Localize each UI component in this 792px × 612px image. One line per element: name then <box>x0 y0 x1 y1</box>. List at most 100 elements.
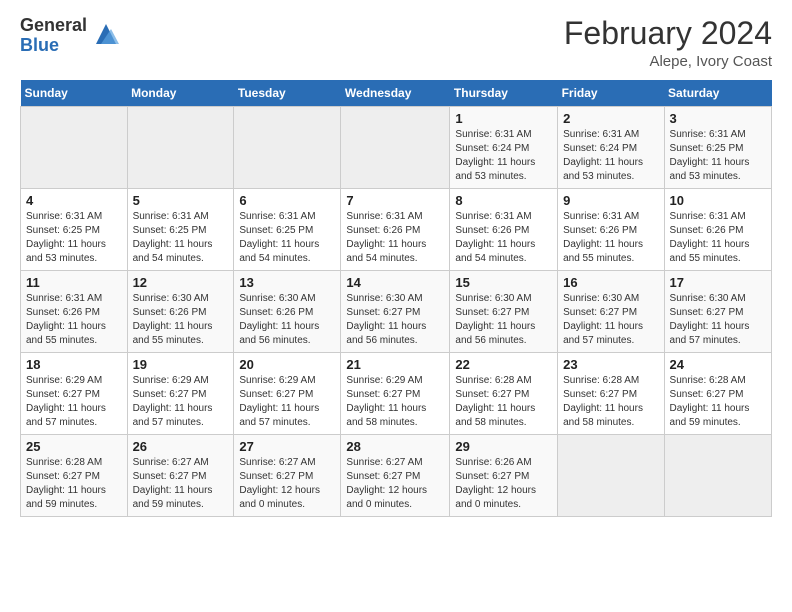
calendar-cell: 18 Sunrise: 6:29 AM Sunset: 6:27 PM Dayli… <box>21 353 128 435</box>
calendar-cell: 22Sunrise: 6:28 AM Sunset: 6:27 PM Dayli… <box>450 353 558 435</box>
day-info: Sunrise: 6:29 AM Sunset: 6:27 PM Dayligh… <box>133 374 229 430</box>
day-info: Sunrise: 6:31 AM Sunset: 6:25 PM Dayligh… <box>670 128 766 184</box>
calendar-cell: 13 Sunrise: 6:30 AM Sunset: 6:26 PM Dayli… <box>234 271 341 353</box>
calendar-cell: 8 Sunrise: 6:31 AM Sunset: 6:26 PM Daylig… <box>450 189 558 271</box>
day-info: Sunrise: 6:30 AM Sunset: 6:27 PM Dayligh… <box>455 292 552 348</box>
sub-title: Alepe, Ivory Coast <box>564 53 772 70</box>
day-info: Sunrise: 6:27 AM Sunset: 6:27 PM Dayligh… <box>346 456 444 512</box>
logo-general: General <box>20 16 87 36</box>
day-info: Sunrise: 6:30 AM Sunset: 6:26 PM Dayligh… <box>239 292 335 348</box>
calendar-week-row: 25Sunrise: 6:28 AM Sunset: 6:27 PM Dayli… <box>21 435 772 517</box>
day-info: Sunrise: 6:28 AM Sunset: 6:27 PM Dayligh… <box>670 374 766 430</box>
day-info: Sunrise: 6:27 AM Sunset: 6:27 PM Dayligh… <box>239 456 335 512</box>
logo-icon <box>91 19 121 49</box>
day-number: 3 <box>670 111 766 126</box>
calendar-header-cell: Tuesday <box>234 80 341 107</box>
day-number: 2 <box>563 111 658 126</box>
calendar-cell: 23Sunrise: 6:28 AM Sunset: 6:27 PM Dayli… <box>558 353 664 435</box>
day-number: 29 <box>455 439 552 454</box>
day-number: 12 <box>133 275 229 290</box>
calendar-cell: 2 Sunrise: 6:31 AM Sunset: 6:24 PM Daylig… <box>558 107 664 189</box>
day-info: Sunrise: 6:31 AM Sunset: 6:25 PM Dayligh… <box>239 210 335 266</box>
day-number: 10 <box>670 193 766 208</box>
day-info: Sunrise: 6:27 AM Sunset: 6:27 PM Dayligh… <box>133 456 229 512</box>
day-number: 15 <box>455 275 552 290</box>
day-number: 5 <box>133 193 229 208</box>
calendar-cell: 6Sunrise: 6:31 AM Sunset: 6:25 PM Daylig… <box>234 189 341 271</box>
day-number: 17 <box>670 275 766 290</box>
day-info: Sunrise: 6:28 AM Sunset: 6:27 PM Dayligh… <box>455 374 552 430</box>
calendar-cell <box>234 107 341 189</box>
calendar-table: SundayMondayTuesdayWednesdayThursdayFrid… <box>20 80 772 517</box>
calendar-week-row: 1 Sunrise: 6:31 AM Sunset: 6:24 PM Daylig… <box>21 107 772 189</box>
calendar-cell <box>558 435 664 517</box>
logo-blue: Blue <box>20 36 87 56</box>
day-number: 14 <box>346 275 444 290</box>
calendar-cell: 26Sunrise: 6:27 AM Sunset: 6:27 PM Dayli… <box>127 435 234 517</box>
calendar-cell: 17 Sunrise: 6:30 AM Sunset: 6:27 PM Dayli… <box>664 271 771 353</box>
day-info: Sunrise: 6:31 AM Sunset: 6:25 PM Dayligh… <box>26 210 122 266</box>
calendar-cell: 16 Sunrise: 6:30 AM Sunset: 6:27 PM Dayli… <box>558 271 664 353</box>
day-info: Sunrise: 6:29 AM Sunset: 6:27 PM Dayligh… <box>26 374 122 430</box>
day-number: 27 <box>239 439 335 454</box>
day-info: Sunrise: 6:28 AM Sunset: 6:27 PM Dayligh… <box>563 374 658 430</box>
calendar-header-row: SundayMondayTuesdayWednesdayThursdayFrid… <box>21 80 772 107</box>
calendar-cell: 7Sunrise: 6:31 AM Sunset: 6:26 PM Daylig… <box>341 189 450 271</box>
day-info: Sunrise: 6:26 AM Sunset: 6:27 PM Dayligh… <box>455 456 552 512</box>
calendar-body: 1 Sunrise: 6:31 AM Sunset: 6:24 PM Daylig… <box>21 107 772 517</box>
calendar-cell: 12Sunrise: 6:30 AM Sunset: 6:26 PM Dayli… <box>127 271 234 353</box>
calendar-week-row: 11 Sunrise: 6:31 AM Sunset: 6:26 PM Dayli… <box>21 271 772 353</box>
day-info: Sunrise: 6:30 AM Sunset: 6:27 PM Dayligh… <box>670 292 766 348</box>
calendar-header-cell: Sunday <box>21 80 128 107</box>
calendar-cell: 27 Sunrise: 6:27 AM Sunset: 6:27 PM Dayli… <box>234 435 341 517</box>
calendar-week-row: 18 Sunrise: 6:29 AM Sunset: 6:27 PM Dayli… <box>21 353 772 435</box>
day-info: Sunrise: 6:30 AM Sunset: 6:27 PM Dayligh… <box>346 292 444 348</box>
day-number: 4 <box>26 193 122 208</box>
day-info: Sunrise: 6:31 AM Sunset: 6:24 PM Dayligh… <box>455 128 552 184</box>
calendar-header-cell: Monday <box>127 80 234 107</box>
calendar-cell <box>127 107 234 189</box>
calendar-cell: 14 Sunrise: 6:30 AM Sunset: 6:27 PM Dayli… <box>341 271 450 353</box>
calendar-cell: 15 Sunrise: 6:30 AM Sunset: 6:27 PM Dayli… <box>450 271 558 353</box>
calendar-header-cell: Friday <box>558 80 664 107</box>
calendar-week-row: 4 Sunrise: 6:31 AM Sunset: 6:25 PM Daylig… <box>21 189 772 271</box>
day-info: Sunrise: 6:31 AM Sunset: 6:26 PM Dayligh… <box>455 210 552 266</box>
day-number: 7 <box>346 193 444 208</box>
calendar-cell: 20 Sunrise: 6:29 AM Sunset: 6:27 PM Dayli… <box>234 353 341 435</box>
day-number: 24 <box>670 357 766 372</box>
day-number: 25 <box>26 439 122 454</box>
calendar-header-cell: Wednesday <box>341 80 450 107</box>
day-number: 11 <box>26 275 122 290</box>
day-number: 13 <box>239 275 335 290</box>
page: General Blue February 2024 Alepe, Ivory … <box>0 0 792 612</box>
day-number: 1 <box>455 111 552 126</box>
day-number: 8 <box>455 193 552 208</box>
day-number: 16 <box>563 275 658 290</box>
calendar-cell: 25Sunrise: 6:28 AM Sunset: 6:27 PM Dayli… <box>21 435 128 517</box>
day-info: Sunrise: 6:31 AM Sunset: 6:24 PM Dayligh… <box>563 128 658 184</box>
day-number: 21 <box>346 357 444 372</box>
header: General Blue February 2024 Alepe, Ivory … <box>20 16 772 70</box>
calendar-cell <box>664 435 771 517</box>
title-block: February 2024 Alepe, Ivory Coast <box>564 16 772 70</box>
calendar-cell: 10 Sunrise: 6:31 AM Sunset: 6:26 PM Dayli… <box>664 189 771 271</box>
day-number: 28 <box>346 439 444 454</box>
day-number: 18 <box>26 357 122 372</box>
day-info: Sunrise: 6:31 AM Sunset: 6:26 PM Dayligh… <box>563 210 658 266</box>
calendar-cell: 4 Sunrise: 6:31 AM Sunset: 6:25 PM Daylig… <box>21 189 128 271</box>
day-info: Sunrise: 6:30 AM Sunset: 6:27 PM Dayligh… <box>563 292 658 348</box>
logo-text: General Blue <box>20 16 87 56</box>
calendar-cell <box>21 107 128 189</box>
day-number: 20 <box>239 357 335 372</box>
calendar-header-cell: Saturday <box>664 80 771 107</box>
day-info: Sunrise: 6:29 AM Sunset: 6:27 PM Dayligh… <box>346 374 444 430</box>
day-number: 19 <box>133 357 229 372</box>
day-info: Sunrise: 6:31 AM Sunset: 6:26 PM Dayligh… <box>26 292 122 348</box>
calendar-cell: 3 Sunrise: 6:31 AM Sunset: 6:25 PM Daylig… <box>664 107 771 189</box>
day-info: Sunrise: 6:29 AM Sunset: 6:27 PM Dayligh… <box>239 374 335 430</box>
logo: General Blue <box>20 16 121 56</box>
calendar-cell: 21 Sunrise: 6:29 AM Sunset: 6:27 PM Dayli… <box>341 353 450 435</box>
calendar-header-cell: Thursday <box>450 80 558 107</box>
day-info: Sunrise: 6:31 AM Sunset: 6:26 PM Dayligh… <box>670 210 766 266</box>
calendar-cell: 11 Sunrise: 6:31 AM Sunset: 6:26 PM Dayli… <box>21 271 128 353</box>
